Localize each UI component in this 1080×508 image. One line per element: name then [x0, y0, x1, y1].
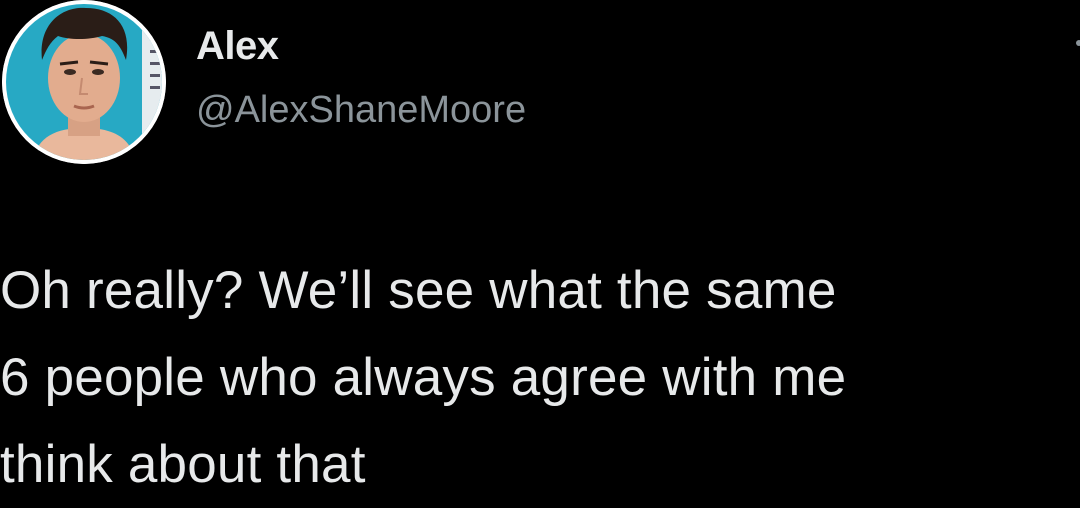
author-name[interactable]: Alex — [196, 24, 279, 69]
author-handle[interactable]: @AlexShaneMoore — [196, 89, 526, 132]
profile-photo-icon — [2, 0, 166, 164]
avatar[interactable] — [2, 0, 166, 164]
tweet-text-line: Oh really? We’ll see what the same — [0, 261, 837, 320]
tweet-card: Alex @AlexShaneMoore Oh really? We’ll se… — [0, 0, 1080, 502]
more-options-icon[interactable] — [1072, 36, 1080, 50]
tweet-text-line: 6 people who always agree with me — [0, 348, 847, 407]
tweet-text: Oh really? We’ll see what the same 6 peo… — [0, 247, 1080, 508]
tweet-text-line: think about that — [0, 435, 366, 494]
